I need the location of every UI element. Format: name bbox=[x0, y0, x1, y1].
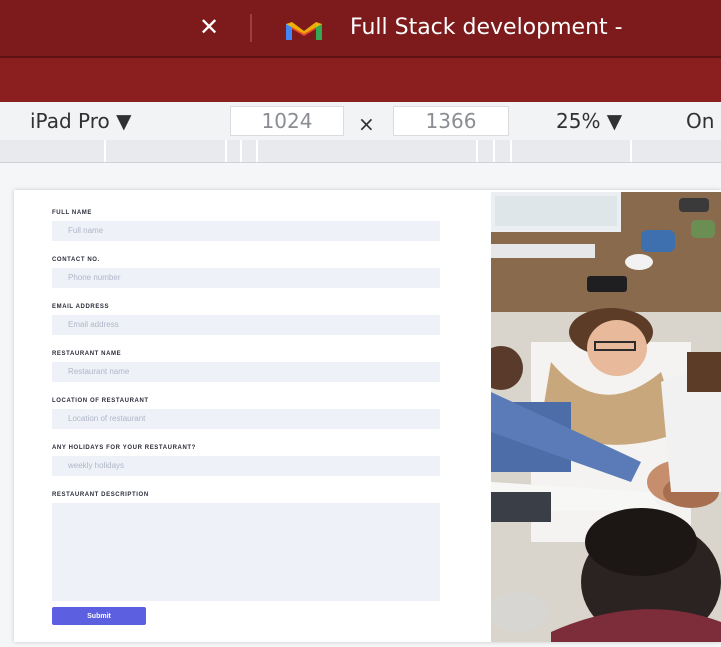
email-input[interactable] bbox=[52, 315, 440, 335]
close-tab-icon[interactable]: ✕ bbox=[196, 14, 222, 40]
ruler-tick bbox=[104, 140, 106, 162]
viewport-height-input[interactable]: 1366 bbox=[393, 106, 509, 136]
ruler-tick bbox=[476, 140, 478, 162]
description-textarea[interactable] bbox=[52, 503, 440, 601]
restaurant-name-label: RESTAURANT NAME bbox=[52, 351, 122, 357]
tab-separator bbox=[250, 14, 252, 42]
media-query-ruler[interactable] bbox=[0, 140, 721, 163]
browser-tab-bar: ✕ Full Stack development - bbox=[0, 0, 721, 58]
restaurant-form-page: FULL NAME CONTACT NO. EMAIL ADDRESS REST… bbox=[14, 190, 721, 642]
ruler-tick bbox=[510, 140, 512, 162]
ruler-tick bbox=[225, 140, 227, 162]
phone-input[interactable] bbox=[52, 268, 440, 288]
email-label: EMAIL ADDRESS bbox=[52, 304, 110, 310]
location-input[interactable] bbox=[52, 409, 440, 429]
throttle-dropdown[interactable]: On bbox=[686, 108, 714, 134]
ruler-tick bbox=[630, 140, 632, 162]
gmail-icon bbox=[286, 22, 322, 40]
viewport-width-input[interactable]: 1024 bbox=[230, 106, 344, 136]
team-hands-photo bbox=[491, 192, 721, 642]
location-label: LOCATION OF RESTAURANT bbox=[52, 398, 149, 404]
restaurant-name-input[interactable] bbox=[52, 362, 440, 382]
full-name-label: FULL NAME bbox=[52, 210, 92, 216]
holidays-input[interactable] bbox=[52, 456, 440, 476]
device-toolbar: iPad Pro ▼ 1024 × 1366 25% ▼ On bbox=[0, 102, 721, 140]
holidays-label: ANY HOLIDAYS FOR YOUR RESTAURANT? bbox=[52, 445, 196, 451]
tab-title[interactable]: Full Stack development - bbox=[350, 14, 623, 42]
dimension-times-label: × bbox=[358, 112, 375, 136]
submit-button[interactable]: Submit bbox=[52, 607, 146, 625]
ruler-tick bbox=[256, 140, 258, 162]
ruler-tick bbox=[240, 140, 242, 162]
address-bar-area bbox=[0, 58, 721, 102]
description-label: RESTAURANT DESCRIPTION bbox=[52, 492, 149, 498]
restaurant-form: FULL NAME CONTACT NO. EMAIL ADDRESS REST… bbox=[14, 190, 492, 642]
full-name-input[interactable] bbox=[52, 221, 440, 241]
zoom-dropdown[interactable]: 25% ▼ bbox=[556, 108, 622, 134]
ruler-tick bbox=[493, 140, 495, 162]
device-dropdown[interactable]: iPad Pro ▼ bbox=[30, 108, 132, 134]
contact-label: CONTACT NO. bbox=[52, 257, 100, 263]
